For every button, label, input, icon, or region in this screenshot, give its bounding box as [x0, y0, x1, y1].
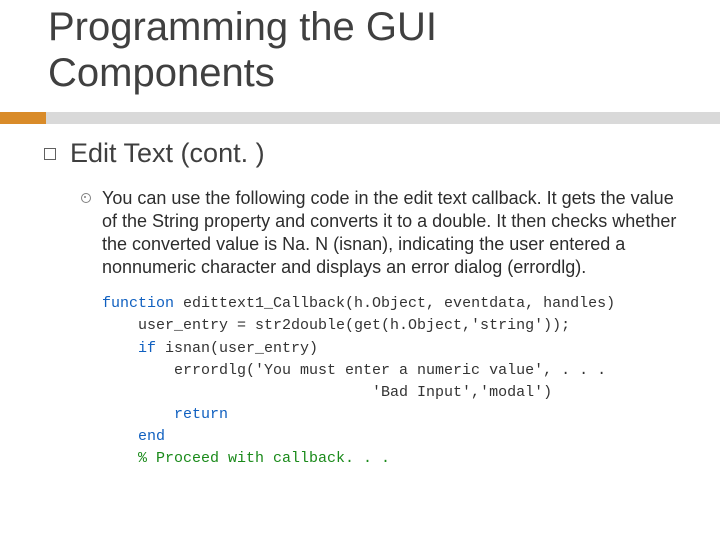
code-l7a	[102, 428, 138, 445]
section-row: Edit Text (cont. )	[44, 138, 684, 169]
title-line-2: Components	[48, 51, 275, 95]
kw-if: if	[138, 340, 156, 357]
title-line-1: Programming the GUI	[48, 5, 437, 49]
code-l5: 'Bad Input','modal')	[102, 384, 552, 401]
target-bullet-icon	[80, 192, 90, 202]
code-block: function edittext1_Callback(h.Object, ev…	[102, 293, 684, 471]
section-title: Edit Text (cont. )	[70, 138, 265, 169]
code-l6a	[102, 406, 174, 423]
slide-title: Programming the GUI Components	[48, 4, 437, 96]
accent-bar-orange	[0, 112, 46, 124]
square-bullet-icon	[44, 148, 56, 160]
code-l4: errordlg('You must enter a numeric value…	[102, 362, 606, 379]
slide: Programming the GUI Components Edit Text…	[0, 0, 720, 540]
accent-bar	[0, 112, 720, 124]
kw-return: return	[174, 406, 228, 423]
kw-end: end	[138, 428, 165, 445]
paragraph-text: You can use the following code in the ed…	[102, 187, 684, 279]
body-content: Edit Text (cont. ) You can use the follo…	[44, 138, 684, 471]
code-l2: user_entry = str2double(get(h.Object,'st…	[102, 317, 570, 334]
code-l8a	[102, 450, 138, 467]
code-comment: % Proceed with callback. . .	[138, 450, 390, 467]
code-l1: edittext1_Callback(h.Object, eventdata, …	[174, 295, 615, 312]
sub-row: You can use the following code in the ed…	[80, 187, 684, 279]
kw-function: function	[102, 295, 174, 312]
code-l3a	[102, 340, 138, 357]
code-l3c: isnan(user_entry)	[156, 340, 318, 357]
